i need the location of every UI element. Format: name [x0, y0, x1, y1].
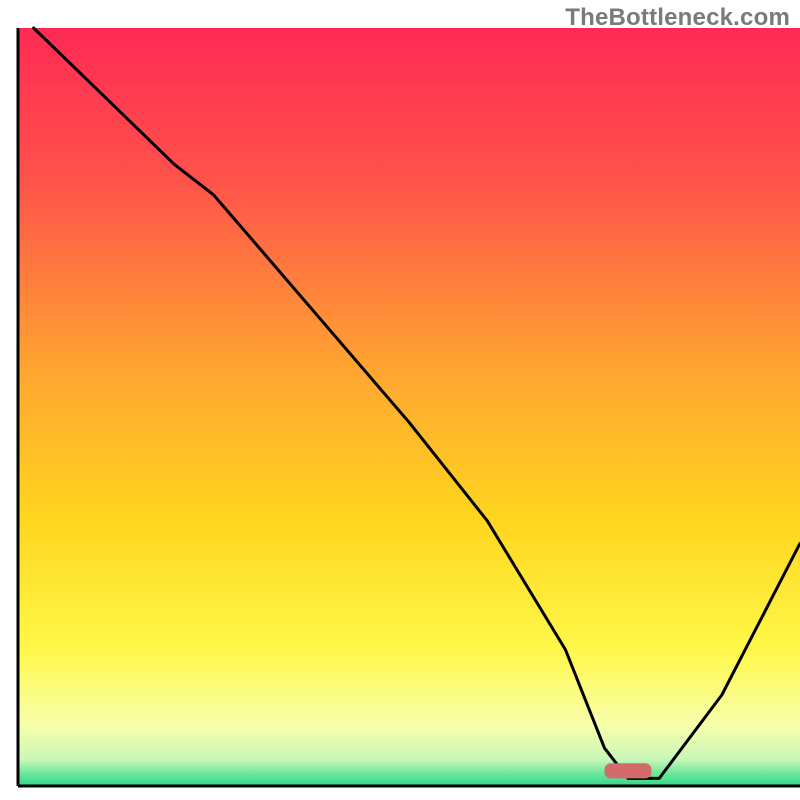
chart-container: TheBottleneck.com [0, 0, 800, 800]
watermark-text: TheBottleneck.com [565, 4, 790, 32]
bottleneck-chart [0, 0, 800, 800]
optimum-marker [605, 763, 652, 778]
plot-background [18, 28, 800, 786]
